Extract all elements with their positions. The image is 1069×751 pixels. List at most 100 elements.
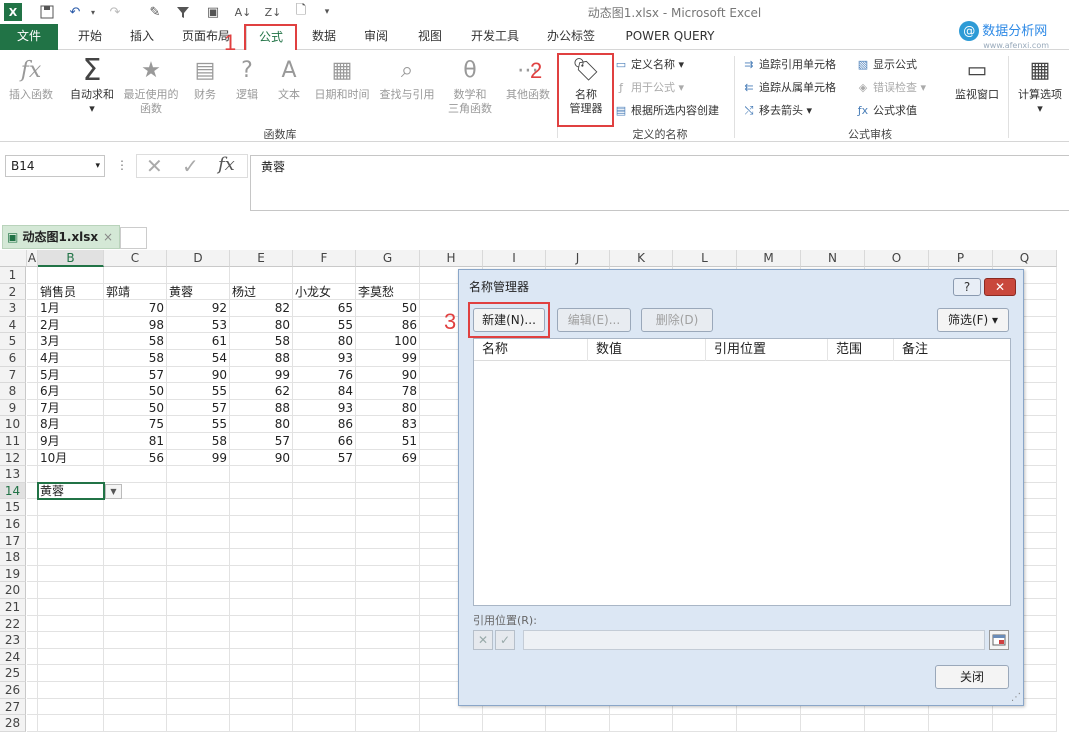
data-cell[interactable]: 58 bbox=[104, 333, 167, 350]
cell[interactable] bbox=[104, 665, 167, 682]
cell[interactable] bbox=[293, 715, 356, 732]
cell[interactable] bbox=[104, 698, 167, 716]
cell[interactable] bbox=[230, 565, 293, 583]
cell[interactable] bbox=[27, 333, 38, 350]
column-header-refers-to[interactable]: 引用位置 bbox=[706, 339, 828, 361]
data-validation-dropdown-icon[interactable]: ▼ bbox=[105, 483, 122, 499]
cell[interactable] bbox=[293, 665, 356, 682]
cell[interactable] bbox=[293, 648, 356, 666]
row-header[interactable]: 9 bbox=[0, 399, 26, 417]
row-header[interactable]: 7 bbox=[0, 366, 26, 384]
header-cell[interactable]: 郭靖 bbox=[104, 283, 167, 301]
remove-arrows-button[interactable]: ⤭ 移去箭头 ▾ bbox=[742, 104, 812, 118]
edit-name-button[interactable]: 编辑(E)... bbox=[557, 308, 631, 332]
cell[interactable] bbox=[38, 466, 104, 483]
cell[interactable] bbox=[230, 665, 293, 682]
cell[interactable] bbox=[27, 366, 38, 384]
tab-review[interactable]: 审阅 bbox=[356, 24, 396, 50]
column-header[interactable]: E bbox=[230, 250, 293, 267]
row-header[interactable]: 16 bbox=[0, 516, 26, 533]
cell[interactable] bbox=[865, 715, 929, 732]
data-cell[interactable]: 93 bbox=[293, 350, 356, 367]
cell[interactable] bbox=[167, 715, 230, 732]
column-header[interactable]: O bbox=[865, 250, 929, 267]
cell[interactable] bbox=[230, 682, 293, 699]
cell[interactable] bbox=[27, 632, 38, 649]
column-header[interactable]: P bbox=[929, 250, 993, 267]
cell[interactable] bbox=[167, 565, 230, 583]
column-header-name[interactable]: 名称 bbox=[474, 339, 588, 361]
data-cell[interactable]: 80 bbox=[230, 416, 293, 433]
row-header[interactable]: 25 bbox=[0, 665, 26, 682]
data-cell[interactable]: 98 bbox=[104, 316, 167, 334]
row-header[interactable]: 24 bbox=[0, 648, 26, 666]
cell[interactable] bbox=[167, 482, 230, 500]
data-cell[interactable]: 75 bbox=[104, 416, 167, 433]
data-cell[interactable]: 80 bbox=[230, 316, 293, 334]
cell[interactable] bbox=[356, 499, 420, 516]
cell[interactable] bbox=[27, 615, 38, 633]
confirm-icon[interactable]: ✓ bbox=[182, 154, 199, 178]
column-header[interactable]: G bbox=[356, 250, 420, 267]
row-header[interactable]: 14 bbox=[0, 482, 26, 500]
text-button[interactable]: A 文本 bbox=[272, 54, 306, 102]
cell[interactable] bbox=[483, 715, 546, 732]
column-header[interactable]: M bbox=[737, 250, 801, 267]
cell[interactable] bbox=[230, 615, 293, 633]
cell[interactable] bbox=[38, 682, 104, 699]
data-cell[interactable]: 92 bbox=[167, 300, 230, 317]
cell[interactable] bbox=[356, 565, 420, 583]
data-cell[interactable]: 80 bbox=[293, 333, 356, 350]
show-formulas-button[interactable]: ▧ 显示公式 bbox=[856, 58, 917, 72]
cell[interactable] bbox=[27, 582, 38, 599]
close-button[interactable]: 关闭 bbox=[935, 665, 1009, 689]
cell[interactable] bbox=[38, 599, 104, 616]
row-header[interactable]: 12 bbox=[0, 449, 26, 467]
cell[interactable] bbox=[38, 648, 104, 666]
cell[interactable] bbox=[610, 715, 673, 732]
tab-home[interactable]: 开始 bbox=[70, 24, 110, 50]
create-from-selection-button[interactable]: ▤ 根据所选内容创建 bbox=[614, 104, 719, 118]
data-cell[interactable]: 57 bbox=[230, 433, 293, 450]
cell[interactable] bbox=[104, 499, 167, 516]
cell[interactable] bbox=[167, 549, 230, 566]
cell[interactable] bbox=[38, 698, 104, 716]
row-header[interactable]: 19 bbox=[0, 565, 26, 583]
cell[interactable] bbox=[27, 599, 38, 616]
filter-button[interactable]: 筛选(F) ▾ bbox=[937, 308, 1009, 332]
cell[interactable] bbox=[27, 416, 38, 433]
cell[interactable] bbox=[167, 516, 230, 533]
data-cell[interactable]: 82 bbox=[230, 300, 293, 317]
cell[interactable] bbox=[27, 549, 38, 566]
data-cell[interactable]: 70 bbox=[104, 300, 167, 317]
cell[interactable] bbox=[167, 682, 230, 699]
tab-office-tab[interactable]: 办公标签 bbox=[540, 24, 602, 50]
row-header[interactable]: 21 bbox=[0, 599, 26, 616]
insert-function-icon[interactable]: fx bbox=[218, 154, 235, 175]
row-header[interactable]: 6 bbox=[0, 350, 26, 367]
column-header[interactable]: H bbox=[420, 250, 483, 267]
data-cell[interactable]: 9月 bbox=[38, 433, 104, 450]
cell[interactable] bbox=[104, 599, 167, 616]
trace-dependents-button[interactable]: ⇇ 追踪从属单元格 bbox=[742, 81, 836, 95]
names-list[interactable]: 名称 数值 引用位置 范围 备注 bbox=[473, 338, 1011, 606]
cell[interactable] bbox=[293, 549, 356, 566]
data-cell[interactable]: 93 bbox=[293, 399, 356, 417]
column-header[interactable]: L bbox=[673, 250, 737, 267]
cell[interactable] bbox=[167, 615, 230, 633]
data-cell[interactable]: 57 bbox=[293, 449, 356, 467]
data-cell[interactable]: 6月 bbox=[38, 383, 104, 400]
header-cell[interactable]: 杨过 bbox=[230, 283, 293, 301]
close-tab-icon[interactable]: × bbox=[103, 226, 113, 248]
cell[interactable] bbox=[356, 516, 420, 533]
row-header[interactable]: 22 bbox=[0, 615, 26, 633]
cell[interactable] bbox=[356, 599, 420, 616]
cell[interactable] bbox=[929, 715, 993, 732]
column-header[interactable]: F bbox=[293, 250, 356, 267]
cell[interactable] bbox=[104, 682, 167, 699]
data-cell[interactable]: 81 bbox=[104, 433, 167, 450]
cell[interactable] bbox=[27, 499, 38, 516]
cell[interactable] bbox=[230, 516, 293, 533]
data-cell[interactable]: 53 bbox=[167, 316, 230, 334]
column-header[interactable]: Q bbox=[993, 250, 1057, 267]
